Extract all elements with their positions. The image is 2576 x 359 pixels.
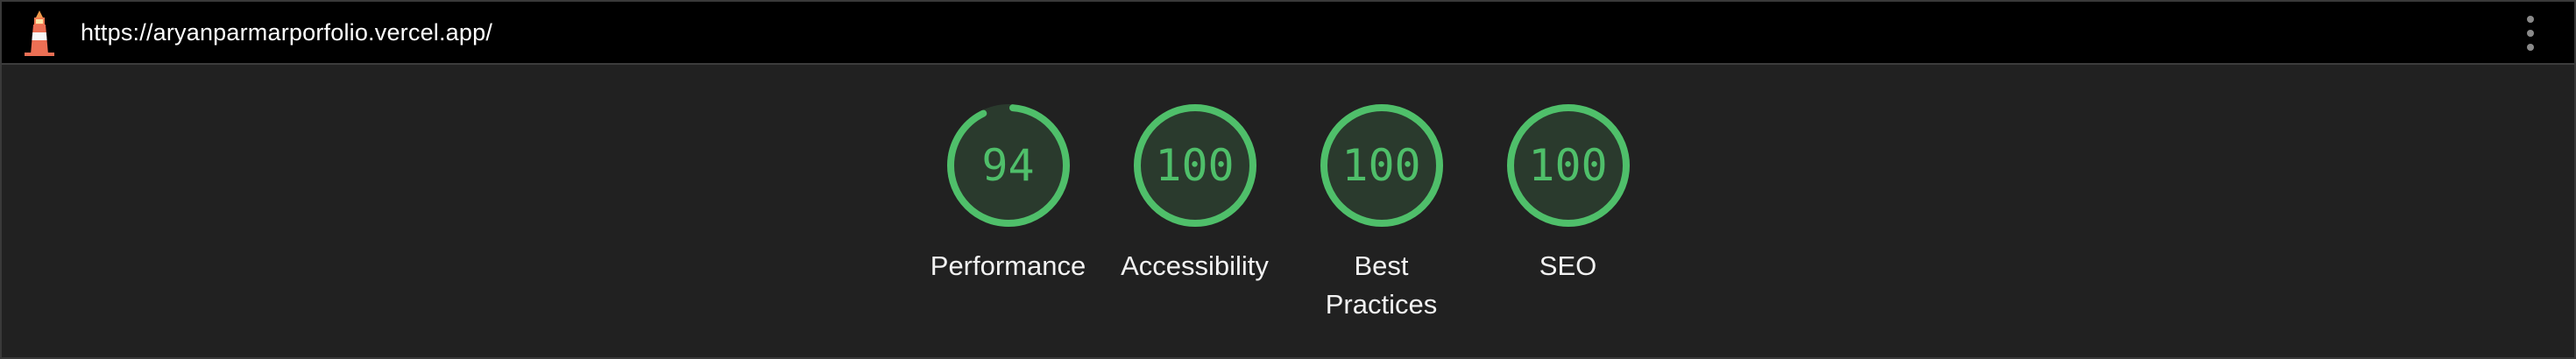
best-practices-score: 100 (1341, 140, 1421, 191)
best-practices-label-line-1: Best (1354, 250, 1409, 281)
lighthouse-report-window: https://aryanparmarporfolio.vercel.app/ … (0, 0, 2576, 359)
accessibility-label: Accessibility (1121, 250, 1269, 281)
gauge-seo[interactable]: 100 SEO (1487, 100, 1649, 324)
seo-score: 100 (1528, 140, 1608, 191)
seo-gauge: 100 (1503, 100, 1634, 231)
seo-label: SEO (1539, 250, 1597, 281)
performance-score: 94 (981, 140, 1035, 191)
performance-label: Performance (930, 250, 1086, 281)
best-practices-label-line-2: Practices (1325, 289, 1438, 320)
lighthouse-icon (25, 11, 54, 56)
best-practices-gauge: 100 (1316, 100, 1447, 231)
report-topbar: https://aryanparmarporfolio.vercel.app/ (2, 2, 2574, 65)
gauge-best-practices[interactable]: 100 Best Practices (1300, 100, 1462, 324)
more-vertical-icon[interactable] (2522, 16, 2539, 51)
page-url[interactable]: https://aryanparmarporfolio.vercel.app/ (81, 19, 492, 46)
accessibility-gauge: 100 (1129, 100, 1261, 231)
performance-gauge: 94 (943, 100, 1074, 231)
gauge-accessibility[interactable]: 100 Accessibility (1114, 100, 1276, 324)
score-gauges: 94 Performance 100 Accessibility 100 Bes… (2, 100, 2574, 324)
best-practices-label: Best Practices (1326, 247, 1437, 324)
gauge-performance[interactable]: 94 Performance (927, 100, 1089, 324)
accessibility-score: 100 (1155, 140, 1235, 191)
